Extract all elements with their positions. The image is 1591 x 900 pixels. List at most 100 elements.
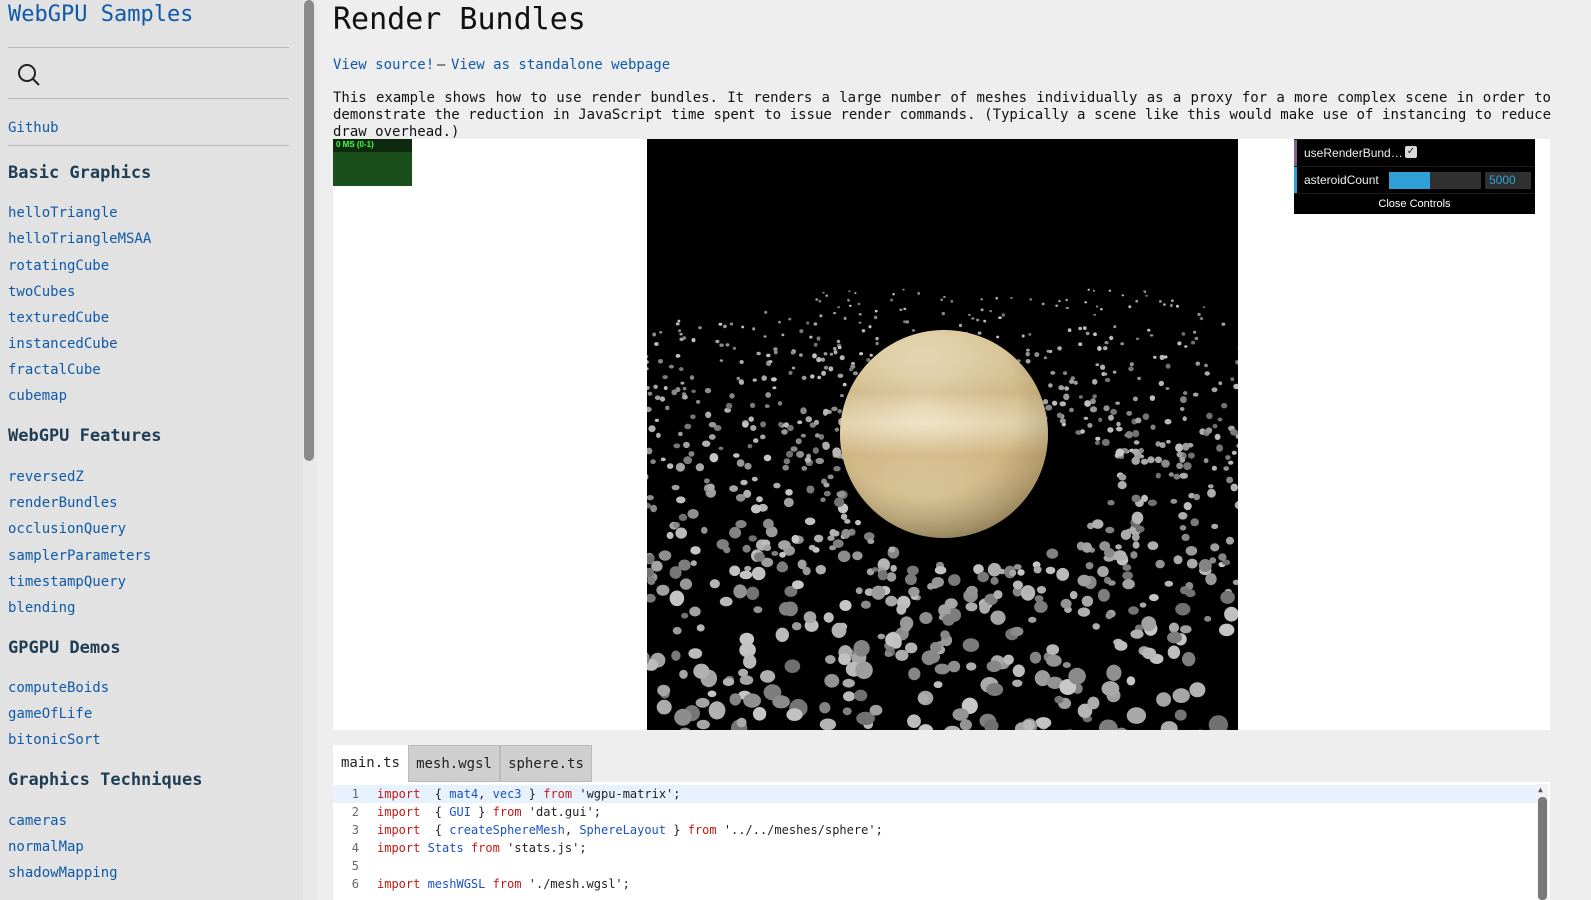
asteroid (1140, 458, 1149, 465)
code-line[interactable]: 6 import meshWGSL from './mesh.wgsl'; (333, 875, 1537, 893)
asteroid (838, 653, 851, 666)
asteroid (1084, 301, 1088, 304)
view-standalone-link[interactable]: View as standalone webpage (451, 57, 670, 73)
line-number: 4 (351, 841, 359, 855)
asteroid (1090, 398, 1096, 405)
scroll-up-icon[interactable]: ▲ (1538, 785, 1543, 794)
asteroid (983, 319, 987, 323)
asteroid (1155, 472, 1161, 479)
asteroid-count-input[interactable]: 5000 (1485, 172, 1531, 189)
asteroid (1218, 381, 1223, 385)
site-title-link[interactable]: WebGPU Samples (8, 2, 193, 27)
asteroid (791, 622, 802, 631)
asteroid (696, 399, 701, 404)
asteroid (783, 458, 791, 465)
sidebar-item-occlusionQuery[interactable]: occlusionQuery (8, 521, 126, 537)
asteroid (1097, 346, 1102, 351)
use-render-bundles-checkbox[interactable]: ✓ (1405, 146, 1417, 158)
line-number: 3 (351, 823, 359, 837)
asteroid (1103, 372, 1108, 376)
divider (8, 145, 289, 146)
tab-main-ts[interactable]: main.ts (333, 745, 408, 782)
sidebar-item-normalMap[interactable]: normalMap (8, 839, 84, 855)
asteroid (1132, 429, 1140, 438)
asteroid (1158, 380, 1164, 387)
close-controls-button[interactable]: Close Controls (1294, 194, 1535, 214)
sidebar-scrollbar-thumb[interactable] (304, 0, 314, 461)
asteroid (842, 382, 847, 387)
asteroid (1154, 456, 1163, 464)
code-editor[interactable]: 1 import { mat4, vec3 } from 'wgpu-matrix… (333, 782, 1550, 900)
asteroid (852, 551, 863, 561)
sidebar-item-rotatingCube[interactable]: rotatingCube (8, 258, 109, 274)
sidebar-item-twoCubes[interactable]: twoCubes (8, 284, 75, 300)
asteroid (1167, 645, 1181, 659)
sidebar-item-helloTriangle[interactable]: helloTriangle (8, 205, 118, 221)
use-render-bundles-row[interactable]: useRenderBund… ✓ (1294, 140, 1535, 166)
asteroid (1115, 401, 1120, 405)
code-line[interactable]: 5 (333, 857, 1537, 875)
asteroid (749, 402, 756, 409)
asteroid (1103, 405, 1110, 412)
asteroid (772, 386, 777, 390)
asteroid (1150, 424, 1156, 430)
asteroid (1197, 312, 1201, 316)
sidebar-item-renderBundles[interactable]: renderBundles (8, 495, 118, 511)
code-line[interactable]: 1 import { mat4, vec3 } from 'wgpu-matrix… (333, 785, 1537, 803)
sidebar-item-shadowMapping[interactable]: shadowMapping (8, 865, 118, 881)
sidebar-item-timestampQuery[interactable]: timestampQuery (8, 574, 126, 590)
tab-sphere-ts[interactable]: sphere.ts (500, 745, 592, 782)
search-icon (18, 64, 40, 86)
asteroid (800, 407, 807, 415)
asteroid (1147, 456, 1155, 464)
asteroid (1100, 364, 1106, 370)
view-source-link[interactable]: View source! (333, 57, 434, 73)
asteroid (647, 359, 649, 365)
asteroid (1184, 345, 1188, 348)
sidebar-item-helloTriangleMSAA[interactable]: helloTriangleMSAA (8, 231, 151, 247)
asteroid (1204, 615, 1212, 622)
tab-mesh-wgsl[interactable]: mesh.wgsl (408, 745, 500, 782)
asteroid (678, 559, 691, 571)
render-canvas[interactable] (647, 139, 1238, 730)
asteroid (760, 421, 767, 428)
sidebar-item-computeBoids[interactable]: computeBoids (8, 680, 109, 696)
asteroid (1036, 586, 1047, 594)
section-webgpu-features: WebGPU Features (8, 426, 162, 446)
code-line[interactable]: 3 import { createSphereMesh, SphereLayout… (333, 821, 1537, 839)
code-line[interactable]: 2 import { GUI } from 'dat.gui'; (333, 803, 1537, 821)
sidebar-item-cubemap[interactable]: cubemap (8, 388, 67, 404)
asteroid-count-row[interactable]: asteroidCount 5000 (1294, 167, 1535, 193)
code-scrollbar-thumb[interactable] (1538, 797, 1547, 900)
asteroid (732, 346, 737, 350)
asteroid (1235, 360, 1238, 365)
asteroid (814, 433, 820, 438)
asteroid (678, 431, 683, 437)
asteroid (733, 453, 740, 458)
asteroid (788, 317, 792, 321)
asteroid (689, 606, 701, 617)
asteroid (1165, 363, 1171, 369)
sidebar-item-gameOfLife[interactable]: gameOfLife (8, 706, 92, 722)
sidebar-item-reversedZ[interactable]: reversedZ (8, 469, 84, 485)
sidebar-item-blending[interactable]: blending (8, 600, 75, 616)
github-link[interactable]: Github (8, 120, 59, 136)
sidebar-item-instancedCube[interactable]: instancedCube (8, 336, 118, 352)
sidebar-item-texturedCube[interactable]: texturedCube (8, 310, 109, 326)
asteroid (800, 433, 806, 438)
sidebar-item-samplerParameters[interactable]: samplerParameters (8, 548, 151, 564)
sidebar-item-fractalCube[interactable]: fractalCube (8, 362, 101, 378)
asteroid (822, 291, 825, 294)
asteroid (1104, 341, 1109, 345)
code-line[interactable]: 4 import Stats from 'stats.js'; (333, 839, 1537, 857)
search-button[interactable] (16, 62, 42, 88)
asteroid (918, 724, 934, 730)
asteroid (871, 585, 886, 600)
asteroid (890, 298, 893, 302)
sidebar-item-bitonicSort[interactable]: bitonicSort (8, 732, 101, 748)
asteroid (828, 366, 834, 372)
asteroid (842, 678, 855, 688)
asteroid (748, 416, 754, 422)
asteroid (990, 576, 999, 585)
sidebar-item-cameras[interactable]: cameras (8, 813, 67, 829)
